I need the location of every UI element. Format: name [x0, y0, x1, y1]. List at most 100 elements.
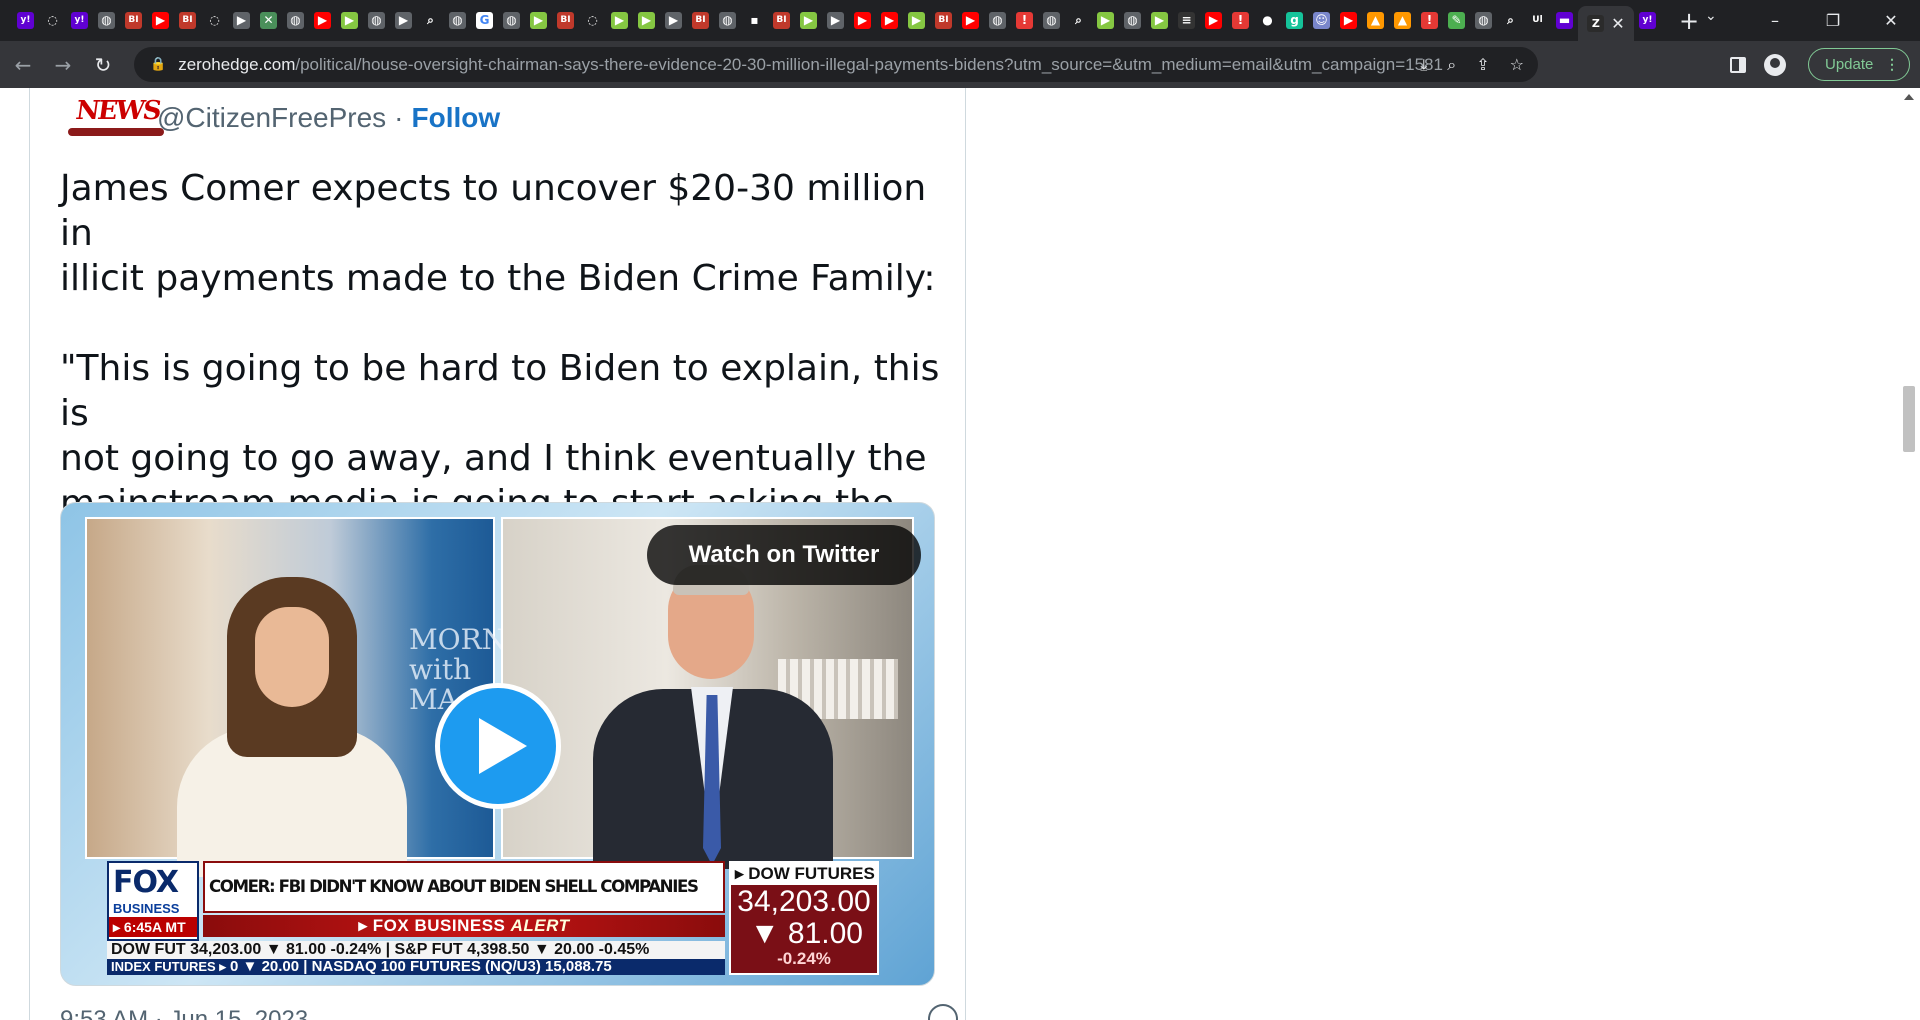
close-window-button[interactable]: ✕ — [1862, 11, 1920, 30]
tab-ul[interactable]: Ul — [1524, 0, 1551, 41]
embedded-tweet: NEWS @CitizenFreePres · Follow James Com… — [29, 88, 966, 1020]
restore-button[interactable]: ❐ — [1804, 11, 1862, 30]
forward-button[interactable]: → — [46, 48, 80, 82]
update-button[interactable]: Update ⋮ — [1808, 48, 1910, 81]
separator: · — [394, 102, 404, 133]
tab-rumble[interactable]: ▶ — [903, 0, 930, 41]
share-icon[interactable]: ⇪ — [1476, 55, 1489, 74]
tab-grammarly[interactable]: g — [1281, 0, 1308, 41]
watch-on-twitter-button[interactable]: Watch on Twitter — [647, 525, 921, 585]
tab-globe[interactable]: ◍ — [1119, 0, 1146, 41]
tab-feather[interactable]: ✎ — [1443, 0, 1470, 41]
tab-globe[interactable]: ◍ — [714, 0, 741, 41]
tab-youtube[interactable]: ▶ — [849, 0, 876, 41]
address-bar[interactable]: 🔒 zerohedge.com/political/house-oversigh… — [134, 47, 1538, 82]
tab-yahoo[interactable]: y! — [66, 0, 93, 41]
tab-bookmark[interactable]: ▲ — [1389, 0, 1416, 41]
tab-bi[interactable]: BI — [552, 0, 579, 41]
tab-rumble[interactable]: ▶ — [795, 0, 822, 41]
tab-rumble[interactable]: ▶ — [525, 0, 552, 41]
tab-bi[interactable]: BI — [930, 0, 957, 41]
tab-news[interactable]: ≡ — [1173, 0, 1200, 41]
tab-search[interactable]: ⌕ — [1497, 0, 1524, 41]
lock-icon[interactable]: 🔒 — [150, 57, 166, 72]
tab-ring[interactable]: ● — [1254, 0, 1281, 41]
tweet-handle[interactable]: @CitizenFreePres — [157, 102, 386, 134]
tab-bi[interactable]: BI — [174, 0, 201, 41]
ring-icon: ● — [1259, 12, 1276, 29]
tab-globe[interactable]: ◍ — [93, 0, 120, 41]
tweet-timestamp[interactable]: 9:53 AM · Jun 15, 2023 — [60, 1006, 308, 1020]
scroll-up-arrow-icon[interactable] — [1904, 94, 1914, 100]
tab-globe[interactable]: ◍ — [984, 0, 1011, 41]
side-panel-icon[interactable] — [1730, 56, 1746, 73]
dow-futures-box: ▸ DOW FUTURES 34,203.00 ▼ 81.00 -0.24% — [729, 861, 879, 975]
tab-flag[interactable]: ▶ — [390, 0, 417, 41]
alert-icon: ! — [1421, 12, 1438, 29]
avatar-logo-text: NEWS — [73, 96, 162, 126]
tab-cbs[interactable]: ◌ — [579, 0, 606, 41]
tab-youtube[interactable]: ▶ — [309, 0, 336, 41]
profile-avatar-icon[interactable] — [1764, 53, 1786, 76]
tab-search[interactable]: ⌕ — [417, 0, 444, 41]
tab-flag[interactable]: ▶ — [822, 0, 849, 41]
tab-google[interactable]: G — [471, 0, 498, 41]
bookmark-star-icon[interactable]: ☆ — [1510, 55, 1524, 74]
tab-globe[interactable]: ◍ — [1470, 0, 1497, 41]
tab-globe[interactable]: ◍ — [282, 0, 309, 41]
tab-rumble[interactable]: ▶ — [633, 0, 660, 41]
tab-doc[interactable]: ▪ — [741, 0, 768, 41]
tab-search-chevron-icon[interactable]: ⌄ — [1705, 8, 1717, 24]
tab-youtube[interactable]: ▶ — [876, 0, 903, 41]
tab-cbs[interactable]: ◌ — [201, 0, 228, 41]
tweet-video[interactable]: MORN with MA Watch on Twitter FOX BUSINE… — [60, 502, 935, 986]
scrollbar[interactable] — [1898, 88, 1920, 1020]
tab-bi[interactable]: BI — [120, 0, 147, 41]
tab-youtube[interactable]: ▶ — [957, 0, 984, 41]
tab-map[interactable]: ✕ — [255, 0, 282, 41]
tab-alert[interactable]: ! — [1011, 0, 1038, 41]
tab-cbs[interactable]: ◌ — [39, 0, 66, 41]
tab-alert[interactable]: ! — [1416, 0, 1443, 41]
alert-icon: ! — [1016, 12, 1033, 29]
follow-link[interactable]: Follow — [411, 102, 500, 134]
url-text[interactable]: zerohedge.com/political/house-oversight-… — [178, 55, 1498, 75]
tab-globe[interactable]: ◍ — [498, 0, 525, 41]
scroll-thumb[interactable] — [1903, 386, 1915, 452]
tab-bi[interactable]: BI — [687, 0, 714, 41]
play-button[interactable] — [435, 683, 561, 809]
tab-alert[interactable]: ! — [1227, 0, 1254, 41]
tab-search[interactable]: ⌕ — [1065, 0, 1092, 41]
tab-yahoo[interactable]: y! — [1634, 0, 1661, 41]
back-button[interactable]: ← — [6, 48, 40, 82]
tab-bookmark[interactable]: ▲ — [1362, 0, 1389, 41]
tab-youtube[interactable]: ▶ — [1200, 0, 1227, 41]
tab-flag[interactable]: ▶ — [228, 0, 255, 41]
zoom-icon[interactable]: ⌕ — [1447, 55, 1456, 75]
info-icon[interactable] — [928, 1004, 958, 1020]
install-app-icon[interactable]: ⤓ — [1420, 55, 1427, 75]
tab-globe[interactable]: ◍ — [1038, 0, 1065, 41]
new-tab-button[interactable]: + — [1679, 7, 1699, 35]
tab-bi[interactable]: BI — [768, 0, 795, 41]
tab-youtube[interactable]: ▶ — [147, 0, 174, 41]
tab-rumble[interactable]: ▶ — [1146, 0, 1173, 41]
ticker-line-2: INDEX FUTURES ▸ 0 ▼ 20.00 | NASDAQ 100 F… — [107, 959, 725, 975]
tab-globe[interactable]: ◍ — [444, 0, 471, 41]
tab-yahoo-mail[interactable]: ▬ — [1551, 0, 1578, 41]
close-tab-icon[interactable]: ✕ — [1611, 14, 1624, 33]
tab-rumble[interactable]: ▶ — [606, 0, 633, 41]
tab-yahoo[interactable]: y! — [12, 0, 39, 41]
tab-flag[interactable]: ▶ — [660, 0, 687, 41]
more-menu-icon[interactable]: ⋮ — [1885, 56, 1899, 73]
tab-rumble[interactable]: ▶ — [336, 0, 363, 41]
tab-user[interactable]: ☺ — [1308, 0, 1335, 41]
tab-youtube[interactable]: ▶ — [1335, 0, 1362, 41]
page-content: NEWS @CitizenFreePres · Follow James Com… — [0, 88, 1920, 1020]
active-tab[interactable]: Z ✕ — [1578, 6, 1634, 41]
update-label: Update — [1825, 56, 1874, 73]
minimize-button[interactable]: – — [1746, 11, 1804, 30]
tab-rumble[interactable]: ▶ — [1092, 0, 1119, 41]
reload-button[interactable]: ↻ — [86, 48, 120, 82]
tab-globe[interactable]: ◍ — [363, 0, 390, 41]
